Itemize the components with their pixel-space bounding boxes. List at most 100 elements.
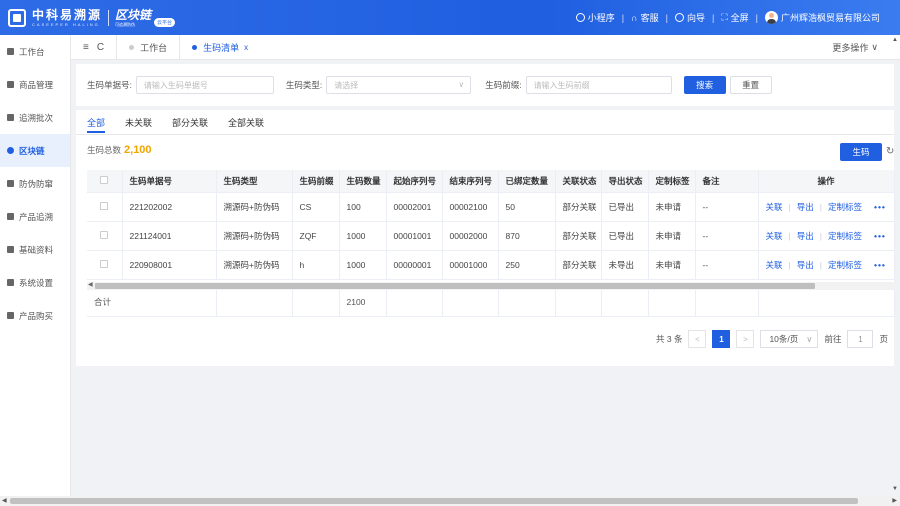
more-operations-dropdown[interactable]: 更多操作 ∨: [832, 35, 878, 60]
page-horizontal-scrollbar[interactable]: ◀ ▶: [0, 496, 900, 506]
logo-name: 中科易溯源: [32, 7, 103, 22]
code-prefix-input[interactable]: 请输入生码前缀: [525, 76, 672, 94]
export-button[interactable]: 导出: [797, 201, 814, 213]
basic-data-icon: [7, 246, 14, 253]
sidebar-item-products[interactable]: 商品管理: [0, 68, 70, 101]
top-navbar: 中科易溯源 CASEEPER HALING 区块链 可追溯防伪 云平台 小程序 …: [0, 0, 900, 35]
logo-divider: [108, 9, 110, 26]
more-actions-icon[interactable]: •••: [874, 202, 886, 212]
tab-code-list[interactable]: 生码清单 x: [180, 35, 260, 60]
custom-tag-button[interactable]: 定制标签: [828, 230, 862, 242]
sidebar: 工作台 商品管理 追溯批次 区块链 防伪防窜 产品追溯 基础资料 系统设置 产品…: [0, 35, 71, 506]
col-end-serial: 结束序列号: [442, 170, 499, 193]
scroll-left-icon[interactable]: ◀: [2, 497, 7, 504]
link-button[interactable]: 关联: [766, 201, 783, 213]
workbench-icon: [7, 48, 14, 55]
goto-page-input[interactable]: 1: [847, 330, 874, 348]
blockchain-icon: [7, 147, 14, 154]
menu-toggle-icon[interactable]: ≡: [83, 42, 89, 53]
table-header: 生码单据号 生码类型 生码前缀 生码数量 起始序列号 结束序列号 已绑定数量 关…: [87, 170, 895, 193]
summary-label: 合计: [87, 288, 217, 317]
scroll-right-icon[interactable]: ▶: [892, 497, 897, 504]
batch-icon: [7, 114, 14, 121]
goto-label: 前往: [824, 334, 842, 344]
link-button[interactable]: 关联: [766, 259, 783, 271]
col-prefix: 生码前缀: [292, 170, 340, 193]
col-note: 备注: [695, 170, 759, 193]
sidebar-item-purchase[interactable]: 产品购买: [0, 299, 70, 332]
filter-tab-unlinked[interactable]: 未关联: [125, 110, 152, 134]
user-menu[interactable]: 广州辉浩枫贸易有限公司: [764, 11, 880, 24]
settings-icon: [7, 279, 14, 286]
col-order-number[interactable]: 生码单据号: [122, 170, 217, 193]
table-row: 221124001 溯源码+防伪码 ZQF 1000 00001001 0000…: [87, 221, 895, 251]
next-page-button[interactable]: >: [736, 330, 755, 348]
select-all-checkbox[interactable]: [100, 175, 109, 184]
generate-code-button[interactable]: 生码: [840, 143, 882, 161]
code-type-label: 生码类型:: [285, 80, 323, 90]
company-name: 广州辉浩枫贸易有限公司: [780, 13, 880, 23]
scrollbar-thumb[interactable]: [10, 498, 858, 504]
col-link-status: 关联状态: [555, 170, 602, 193]
link-button[interactable]: 关联: [766, 230, 783, 242]
more-actions-icon[interactable]: •••: [874, 231, 886, 241]
customer-service-link[interactable]: ∩ 客服: [631, 11, 658, 24]
guide-link[interactable]: 向导: [674, 11, 705, 24]
logo-blockchain-sub: 可追溯防伪: [115, 21, 136, 27]
reset-button[interactable]: 重置: [729, 76, 772, 94]
tab-dot-icon: [192, 44, 198, 50]
scroll-left-icon[interactable]: ◀: [88, 281, 93, 288]
row-checkbox[interactable]: [100, 259, 109, 268]
page-button[interactable]: 1: [712, 330, 731, 348]
trace-icon: [7, 213, 14, 220]
page-size-select[interactable]: 10条/页 ∨: [760, 330, 819, 348]
export-button[interactable]: 导出: [797, 259, 814, 271]
prev-page-button[interactable]: <: [688, 330, 707, 348]
code-type-select[interactable]: 请选择 ∨: [326, 76, 472, 94]
col-code-type: 生码类型: [216, 170, 293, 193]
logo[interactable]: 中科易溯源 CASEEPER HALING 区块链 可追溯防伪 云平台: [8, 0, 176, 35]
chevron-down-icon: ∨: [871, 42, 878, 52]
mini-program-link[interactable]: 小程序: [575, 11, 615, 24]
sidebar-item-settings[interactable]: 系统设置: [0, 266, 70, 299]
sidebar-item-trace[interactable]: 产品追溯: [0, 200, 70, 233]
row-checkbox[interactable]: [100, 201, 109, 210]
total-count: 共 3 条: [656, 334, 683, 344]
sidebar-item-blockchain[interactable]: 区块链: [0, 134, 70, 167]
export-button[interactable]: 导出: [797, 230, 814, 242]
custom-tag-button[interactable]: 定制标签: [828, 201, 862, 213]
sidebar-item-basic-data[interactable]: 基础资料: [0, 233, 70, 266]
tab-workbench[interactable]: 工作台: [117, 35, 179, 60]
scroll-up-icon[interactable]: ▲: [892, 37, 898, 43]
main-content: 全部 未关联 部分关联 全部关联 生码总数 2,100 生码 ↻ 生码单据号 生…: [76, 110, 895, 366]
order-number-input[interactable]: 请输入生码单据号: [135, 76, 274, 94]
filter-tab-partial[interactable]: 部分关联: [172, 110, 208, 134]
custom-tag-button[interactable]: 定制标签: [828, 259, 862, 271]
more-actions-icon[interactable]: •••: [874, 260, 886, 270]
order-number-link[interactable]: 221124001: [122, 221, 217, 251]
order-number-link[interactable]: 221202002: [122, 192, 217, 222]
order-number-link[interactable]: 220908001: [122, 250, 217, 280]
refresh-tab-icon[interactable]: C: [97, 42, 104, 53]
pagination: 共 3 条 < 1 > 10条/页 ∨ 前往 1 页: [656, 330, 888, 348]
sidebar-item-anticounterfeit[interactable]: 防伪防窜: [0, 167, 70, 200]
table-horizontal-scrollbar[interactable]: ◀: [87, 282, 894, 290]
scroll-down-icon[interactable]: ▼: [892, 486, 898, 492]
close-tab-icon[interactable]: x: [244, 43, 248, 52]
col-quantity: 生码数量: [339, 170, 387, 193]
chevron-down-icon: ∨: [458, 80, 465, 89]
scrollbar-thumb[interactable]: [95, 283, 815, 289]
headset-icon: ∩: [631, 12, 638, 23]
search-button[interactable]: 搜索: [683, 76, 726, 94]
product-icon: [7, 81, 14, 88]
fullscreen-button[interactable]: ⛶ 全屏: [721, 11, 748, 24]
summary-row: 合计 2100: [87, 288, 895, 317]
sidebar-item-workbench[interactable]: 工作台: [0, 35, 70, 68]
code-total-value: 2,100: [124, 144, 152, 156]
filter-tab-linked[interactable]: 全部关联: [228, 110, 264, 134]
row-checkbox[interactable]: [100, 230, 109, 239]
refresh-icon[interactable]: ↻: [886, 146, 894, 157]
filter-tab-all[interactable]: 全部: [87, 110, 106, 134]
search-panel: 生码单据号: 请输入生码单据号 生码类型: 请选择 ∨ 生码前缀: 请输入生码前…: [76, 64, 894, 106]
sidebar-item-batches[interactable]: 追溯批次: [0, 101, 70, 134]
